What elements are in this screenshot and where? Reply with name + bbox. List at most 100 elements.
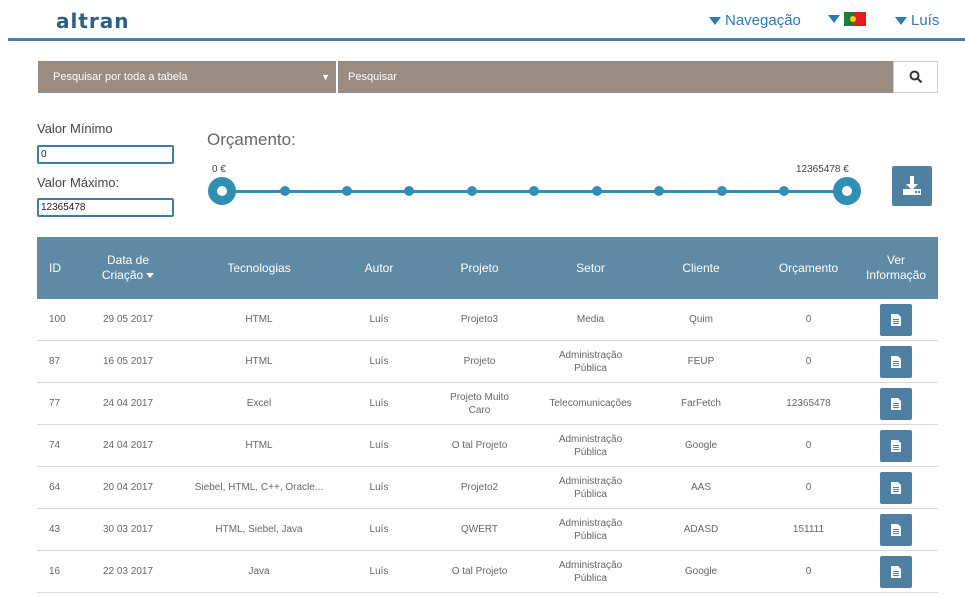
- slider-min-handle[interactable]: [208, 177, 236, 205]
- table-row[interactable]: 64 20 04 2017 Siebel, HTML, C++, Oracle.…: [37, 467, 938, 509]
- cell-client: Google: [684, 440, 718, 451]
- altran-logo[interactable]: altran: [56, 9, 130, 33]
- min-value-label: Valor Mínimo: [37, 121, 113, 136]
- table-body: 100 29 05 2017 HTML Luís Projeto3 Media …: [37, 299, 938, 593]
- cell-client: FEUP: [687, 356, 715, 367]
- table-header: ID Data de Criação Tecnologias Autor Pro…: [37, 237, 938, 299]
- cell-project-text: QWERT: [460, 524, 499, 535]
- col-tech[interactable]: Tecnologias: [177, 237, 341, 299]
- col-date[interactable]: Data de Criação: [79, 237, 177, 299]
- cell-client: FarFetch: [680, 398, 721, 409]
- chevron-down-icon: [828, 15, 840, 23]
- table-row[interactable]: 87 16 05 2017 HTML Luís Projeto Administ…: [37, 341, 938, 383]
- cell-sector: Administração Pública: [558, 349, 623, 374]
- navigation-menu[interactable]: Navegação: [709, 12, 801, 29]
- language-selector[interactable]: [828, 12, 866, 26]
- sort-desc-icon: [146, 273, 155, 279]
- cell-tech: HTML: [245, 314, 273, 325]
- cell-date: 22 03 2017: [102, 566, 154, 577]
- search-scope-label: Pesquisar por toda a tabela: [53, 71, 188, 83]
- search-button[interactable]: [893, 61, 938, 93]
- cell-id: 100: [49, 314, 66, 325]
- cell-project: QWERT: [417, 509, 542, 550]
- slider-max-handle[interactable]: [833, 177, 861, 205]
- table-row[interactable]: 77 24 04 2017 Excel Luís Projeto Muito C…: [37, 383, 938, 425]
- header-divider: [8, 38, 965, 41]
- cell-client: Quim: [689, 314, 713, 325]
- cell-id: 16: [49, 566, 61, 577]
- document-icon: [891, 481, 901, 494]
- view-info-button[interactable]: [880, 555, 912, 588]
- search-input[interactable]: Pesquisar: [338, 61, 893, 93]
- document-icon: [891, 355, 901, 368]
- col-client[interactable]: Cliente: [639, 237, 763, 299]
- cell-id: 64: [49, 482, 61, 493]
- navigation-label: Navegação: [725, 12, 801, 29]
- cell-client: ADASD: [683, 524, 719, 535]
- view-info-button[interactable]: [880, 471, 912, 504]
- table-row[interactable]: 74 24 04 2017 HTML Luís O tal Projeto Ad…: [37, 425, 938, 467]
- chevron-down-icon: [895, 16, 907, 25]
- cell-project-text: Projeto: [463, 356, 496, 367]
- download-icon: [903, 176, 921, 195]
- cell-sector: Telecomunicações: [549, 398, 632, 409]
- cell-info: [854, 509, 938, 550]
- col-author[interactable]: Autor: [341, 237, 417, 299]
- cell-project: Projeto2: [417, 467, 542, 508]
- view-info-button[interactable]: [880, 387, 912, 420]
- projects-table: ID Data de Criação Tecnologias Autor Pro…: [37, 237, 938, 593]
- search-icon: [909, 70, 922, 84]
- search-scope-select[interactable]: Pesquisar por toda a tabela ▼: [38, 61, 336, 93]
- cell-client: Google: [684, 566, 718, 577]
- col-info-label: Ver Informação: [865, 253, 927, 282]
- slider-tick: [592, 186, 602, 196]
- document-icon: [891, 397, 901, 410]
- cell-project: O tal Projeto: [417, 425, 542, 466]
- view-info-button[interactable]: [880, 513, 912, 546]
- col-id[interactable]: ID: [37, 237, 79, 299]
- cell-tech: HTML: [245, 356, 273, 367]
- cell-id: 87: [49, 356, 61, 367]
- cell-budget: 0: [805, 482, 812, 493]
- slider-tick: [529, 186, 539, 196]
- cell-budget: 0: [805, 356, 812, 367]
- table-row[interactable]: 100 29 05 2017 HTML Luís Projeto3 Media …: [37, 299, 938, 341]
- cell-info: [854, 341, 938, 382]
- max-value-input[interactable]: 12365478: [37, 198, 174, 217]
- cell-author: Luís: [369, 356, 389, 367]
- cell-author: Luís: [369, 440, 389, 451]
- user-label: Luís: [911, 12, 940, 29]
- cell-author: Luís: [369, 314, 389, 325]
- chevron-down-icon: [709, 16, 721, 25]
- cell-date: 30 03 2017: [102, 524, 154, 535]
- cell-info: [854, 299, 938, 340]
- view-info-button[interactable]: [880, 345, 912, 378]
- slider-tick: [404, 186, 414, 196]
- cell-info: [854, 383, 938, 424]
- user-menu[interactable]: Luís: [895, 12, 939, 29]
- cell-project-text: Projeto Muito Caro: [450, 391, 509, 416]
- cell-date: 29 05 2017: [102, 314, 154, 325]
- table-row[interactable]: 16 22 03 2017 Java Luís O tal Projeto Ad…: [37, 551, 938, 593]
- cell-tech: Siebel, HTML, C++, Oracle...: [194, 482, 324, 493]
- cell-id: 74: [49, 440, 61, 451]
- table-row[interactable]: 43 30 03 2017 HTML, Siebel, Java Luís QW…: [37, 509, 938, 551]
- cell-project-text: O tal Projeto: [451, 440, 508, 451]
- cell-sector: Administração Pública: [558, 475, 623, 500]
- view-info-button[interactable]: [880, 429, 912, 462]
- col-date-label: Data de Criação: [101, 253, 150, 282]
- col-sector[interactable]: Setor: [542, 237, 639, 299]
- cell-budget: 151111: [792, 524, 825, 535]
- view-info-button[interactable]: [880, 303, 912, 336]
- search-placeholder: Pesquisar: [348, 71, 397, 83]
- cell-date: 24 04 2017: [102, 398, 154, 409]
- cell-budget: 0: [805, 440, 812, 451]
- max-value-label: Valor Máximo:: [37, 175, 120, 190]
- cell-date: 20 04 2017: [102, 482, 154, 493]
- cell-sector: Administração Pública: [558, 559, 623, 584]
- min-value-input[interactable]: 0: [37, 145, 174, 164]
- col-budget[interactable]: Orçamento: [763, 237, 854, 299]
- col-project[interactable]: Projeto: [417, 237, 542, 299]
- range-min-label: 0 €: [212, 164, 226, 175]
- download-button[interactable]: [892, 166, 932, 206]
